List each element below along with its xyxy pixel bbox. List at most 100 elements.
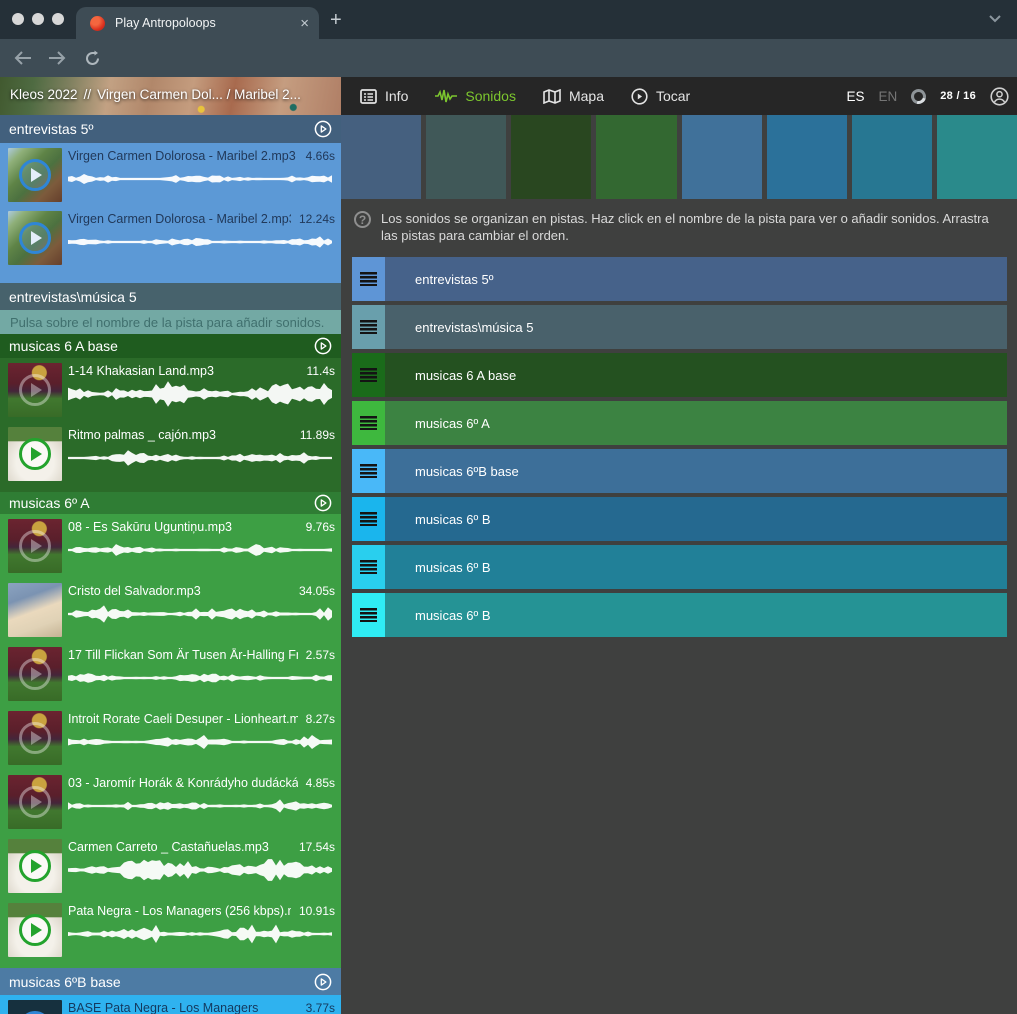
clip-item[interactable]: Carmen Carreto _ Castañuelas.mp317.54s [0, 837, 341, 901]
track-section-header[interactable]: musicas 6º A [0, 492, 341, 514]
clip-title[interactable]: Virgen Carmen Dolorosa - Maribel 2.mp3 [68, 149, 298, 163]
track-row[interactable]: musicas 6º B [352, 545, 1007, 589]
clip-play-overlay-icon[interactable] [19, 722, 51, 754]
track-section-name[interactable]: entrevistas 5º [9, 121, 94, 137]
track-section-name[interactable]: musicas 6 A base [9, 338, 118, 354]
track-row-name[interactable]: musicas 6º B [385, 497, 491, 541]
track-row[interactable]: musicas 6ºB base [352, 449, 1007, 493]
clip-color-tile[interactable] [341, 115, 421, 199]
clip-play-overlay-icon[interactable] [19, 786, 51, 818]
clip-title[interactable]: 1-14 Khakasian Land.mp3 [68, 364, 299, 378]
clip-title[interactable]: Pata Negra - Los Managers (256 kbps).mp3 [68, 904, 291, 918]
track-row[interactable]: musicas 6 A base [352, 353, 1007, 397]
clip-play-overlay-icon[interactable] [19, 914, 51, 946]
lang-es[interactable]: ES [846, 89, 864, 104]
track-section-header[interactable]: musicas 6ºB base [0, 968, 341, 995]
clip-item[interactable]: 17 Till Flickan Som Är Tusen År-Halling … [0, 645, 341, 709]
clip-color-tile[interactable] [767, 115, 847, 199]
clip-play-overlay-icon[interactable] [19, 438, 51, 470]
clip-title[interactable]: Carmen Carreto _ Castañuelas.mp3 [68, 840, 291, 854]
clip-item[interactable]: Ritmo palmas _ cajón.mp311.89s [0, 425, 341, 489]
track-row-name[interactable]: musicas 6 A base [385, 353, 516, 397]
clip-play-overlay-icon[interactable] [19, 850, 51, 882]
play-track-icon[interactable] [314, 494, 332, 512]
clip-color-tile[interactable] [511, 115, 591, 199]
track-row[interactable]: musicas 6º B [352, 593, 1007, 637]
clip-play-overlay-icon[interactable] [19, 374, 51, 406]
track-drag-handle[interactable] [352, 497, 385, 541]
track-section-name[interactable]: musicas 6ºB base [9, 974, 121, 990]
clip-item[interactable]: BASE Pata Negra - Los Managers3.77s [0, 998, 341, 1014]
breadcrumb-path[interactable]: Virgen Carmen Dol... / Maribel 2... [97, 87, 301, 102]
clip-color-tile[interactable] [596, 115, 676, 199]
reload-button[interactable] [81, 47, 103, 69]
play-track-icon[interactable] [314, 120, 332, 138]
track-drag-handle[interactable] [352, 545, 385, 589]
track-row-name[interactable]: entrevistas 5º [385, 257, 493, 301]
clip-item[interactable]: Virgen Carmen Dolorosa - Maribel 2.mp312… [0, 209, 341, 272]
tab-tocar[interactable]: Tocar [631, 88, 690, 105]
clip-title[interactable]: Introit Rorate Caeli Desuper - Lionheart… [68, 712, 298, 726]
clip-title[interactable]: Cristo del Salvador.mp3 [68, 584, 291, 598]
clip-play-overlay-icon[interactable] [19, 658, 51, 690]
close-window-button[interactable] [12, 13, 24, 25]
clip-title[interactable]: 08 - Es Sakūru Uguntiņu.mp3 [68, 520, 298, 534]
track-drag-handle[interactable] [352, 305, 385, 349]
window-controls[interactable] [12, 13, 64, 25]
back-button[interactable] [12, 47, 34, 69]
browser-tab[interactable]: Play Antropoloops × [76, 7, 319, 39]
clip-thumbnail[interactable] [8, 839, 62, 893]
clip-thumbnail[interactable] [8, 211, 62, 265]
clip-color-tile[interactable] [937, 115, 1017, 199]
clip-play-overlay-icon[interactable] [19, 530, 51, 562]
clip-title[interactable]: 17 Till Flickan Som Är Tusen År-Halling … [68, 648, 298, 662]
clip-thumbnail[interactable] [8, 519, 62, 573]
new-tab-button[interactable]: + [330, 9, 342, 32]
clip-item[interactable]: Introit Rorate Caeli Desuper - Lionheart… [0, 709, 341, 773]
track-drag-handle[interactable] [352, 257, 385, 301]
clip-item[interactable]: Cristo del Salvador.mp334.05s [0, 581, 341, 645]
track-row-name[interactable]: musicas 6º A [385, 401, 490, 445]
clip-thumbnail[interactable] [8, 1000, 62, 1014]
clip-title[interactable]: 03 - Jaromír Horák & Konrádyho dudácká .… [68, 776, 298, 790]
clip-item[interactable]: Pata Negra - Los Managers (256 kbps).mp3… [0, 901, 341, 965]
zoom-window-button[interactable] [52, 13, 64, 25]
track-row-name[interactable]: musicas 6º B [385, 545, 491, 589]
clip-play-overlay-icon[interactable] [19, 222, 51, 254]
clip-thumbnail[interactable] [8, 711, 62, 765]
track-row-name[interactable]: musicas 6ºB base [385, 449, 519, 493]
track-row-name[interactable]: musicas 6º B [385, 593, 491, 637]
clip-color-tile[interactable] [852, 115, 932, 199]
breadcrumb[interactable]: Kleos 2022//Virgen Carmen Dol... / Marib… [0, 77, 341, 115]
track-drag-handle[interactable] [352, 401, 385, 445]
play-track-icon[interactable] [314, 337, 332, 355]
play-track-icon[interactable] [314, 973, 332, 991]
track-section-header[interactable]: entrevistas 5º [0, 115, 341, 143]
account-circle-icon[interactable] [990, 87, 1009, 106]
track-drag-handle[interactable] [352, 353, 385, 397]
tab-info[interactable]: Info [360, 88, 408, 104]
clip-thumbnail[interactable] [8, 427, 62, 481]
clip-item[interactable]: 1-14 Khakasian Land.mp311.4s [0, 361, 341, 425]
track-section-name[interactable]: musicas 6º A [9, 495, 90, 511]
track-drag-handle[interactable] [352, 593, 385, 637]
tab-search-chevron-icon[interactable] [988, 14, 1002, 23]
tab-close-icon[interactable]: × [300, 16, 309, 31]
clip-color-tile[interactable] [682, 115, 762, 199]
breadcrumb-project[interactable]: Kleos 2022 [10, 87, 78, 102]
clip-item[interactable]: 08 - Es Sakūru Uguntiņu.mp39.76s [0, 517, 341, 581]
clip-title[interactable]: Virgen Carmen Dolorosa - Maribel 2.mp3 [68, 212, 291, 226]
lang-en[interactable]: EN [878, 89, 897, 104]
clip-thumbnail[interactable] [8, 903, 62, 957]
clip-item[interactable]: 03 - Jaromír Horák & Konrádyho dudácká .… [0, 773, 341, 837]
tab-mapa[interactable]: Mapa [543, 88, 604, 104]
track-row-name[interactable]: entrevistas\música 5 [385, 305, 534, 349]
clip-thumbnail[interactable] [8, 363, 62, 417]
track-section-name[interactable]: entrevistas\música 5 [9, 289, 137, 305]
track-section-header[interactable]: musicas 6 A base [0, 334, 341, 358]
track-row[interactable]: entrevistas 5º [352, 257, 1007, 301]
clip-thumbnail[interactable] [8, 148, 62, 202]
clip-thumbnail[interactable] [8, 775, 62, 829]
track-section-header[interactable]: entrevistas\música 5 [0, 283, 341, 310]
clip-title[interactable]: BASE Pata Negra - Los Managers [68, 1001, 298, 1014]
